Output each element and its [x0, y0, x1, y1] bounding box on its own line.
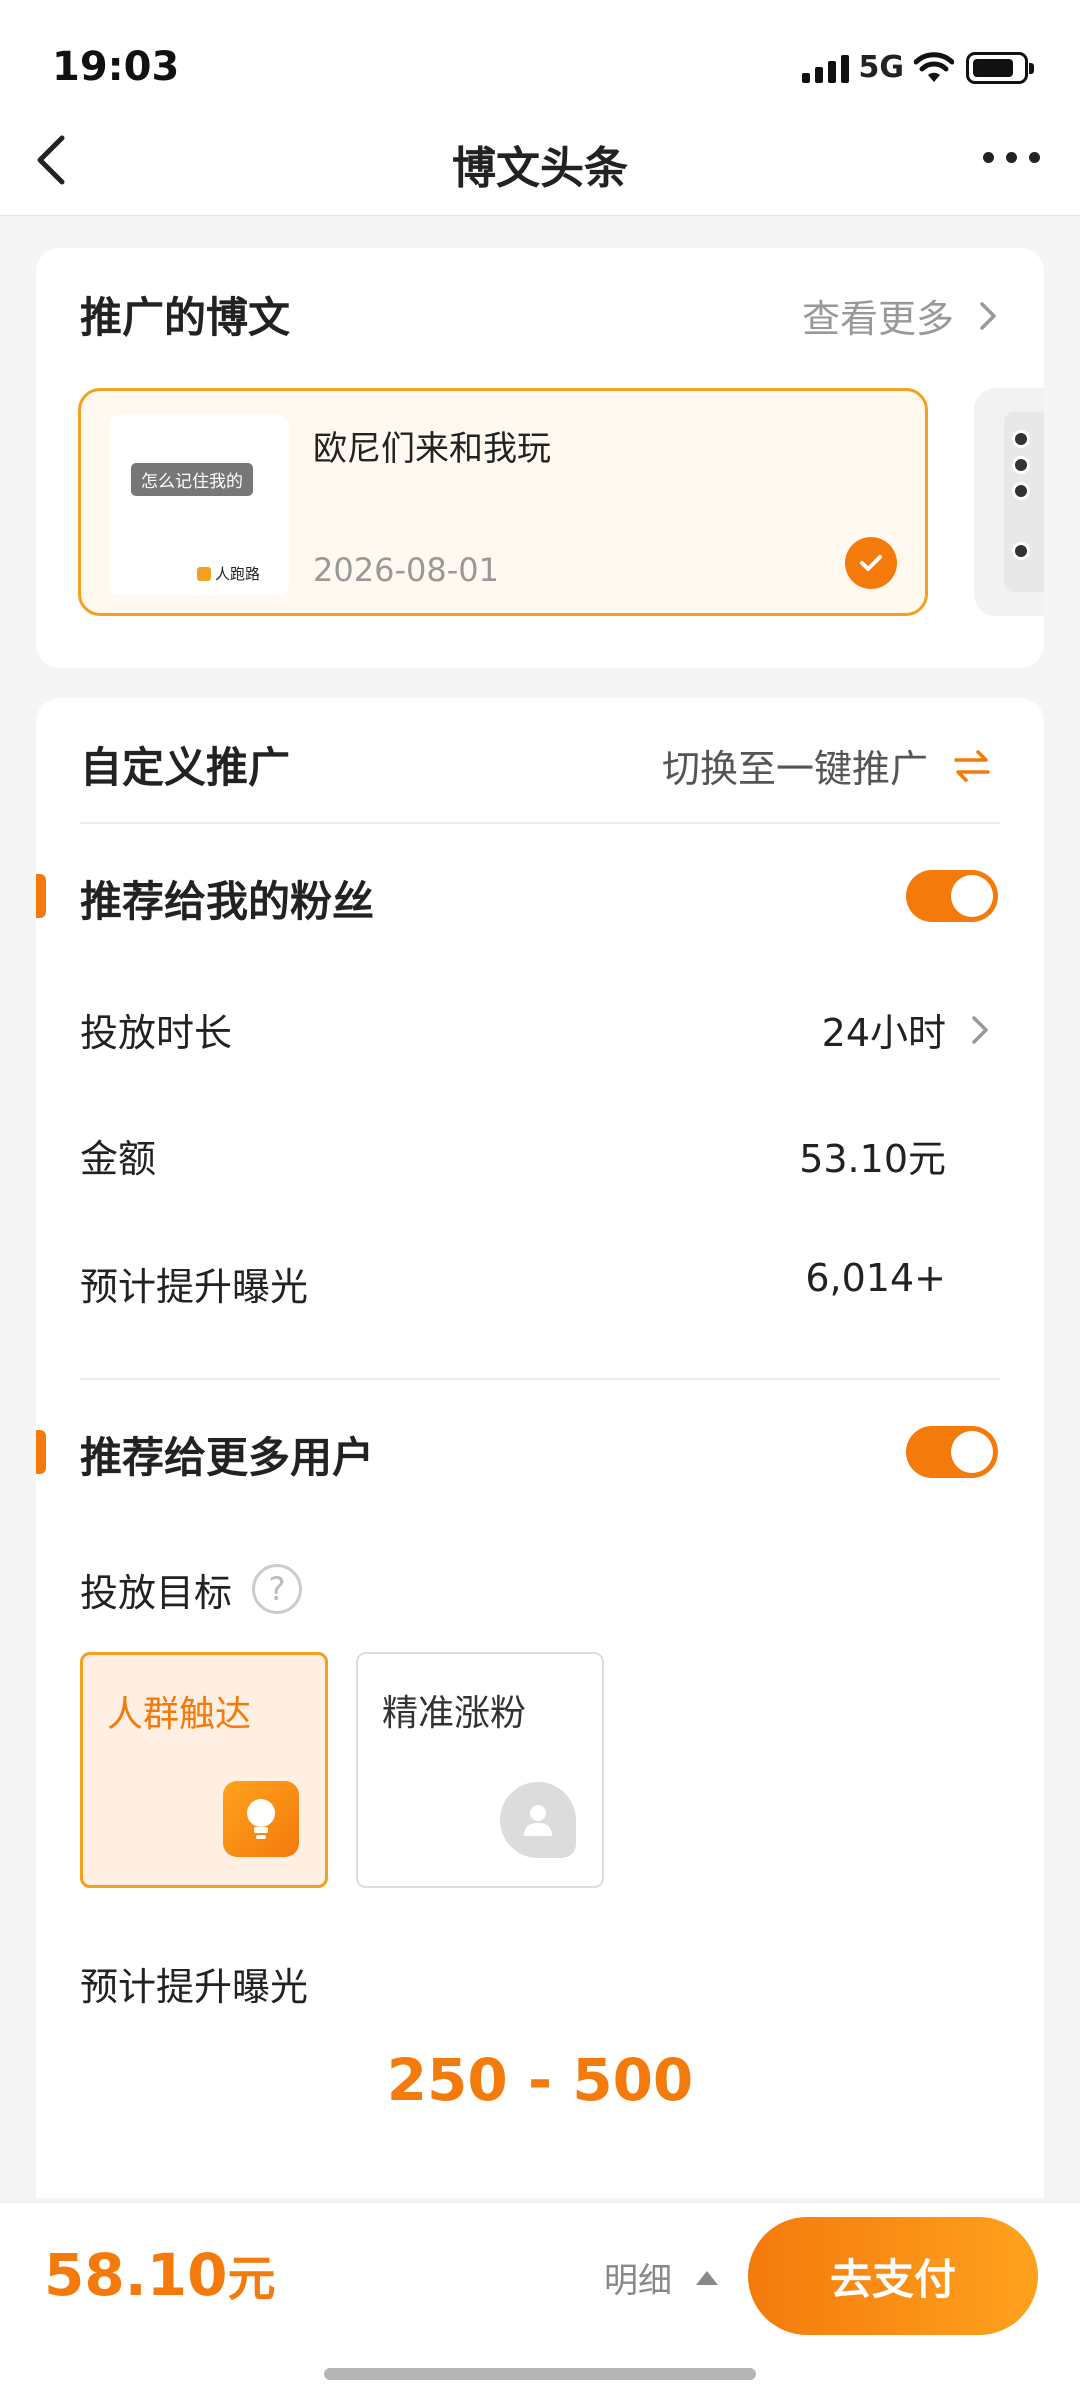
- caret-up-icon: [696, 2270, 718, 2285]
- next-post-card[interactable]: [974, 388, 1044, 616]
- swap-arrows-icon: [954, 749, 990, 782]
- home-indicator[interactable]: [324, 2368, 756, 2380]
- duration-value[interactable]: 24小时: [822, 1002, 946, 1057]
- range-exposure-label: 预计提升曝光: [80, 1965, 309, 2009]
- total-unit: 元: [227, 2251, 276, 2307]
- battery-icon: [966, 51, 1034, 84]
- chevron-right-icon[interactable]: [960, 1010, 1000, 1050]
- option-label: 人群触达: [107, 1694, 252, 1735]
- detail-label: 明细: [604, 2261, 672, 2301]
- promoted-posts-card: 推广的博文 查看更多 怎么记住我的 人跑路 欧尼们来和我玩 2026-08-01: [36, 248, 1044, 668]
- total-amount: 58.10: [44, 2241, 228, 2309]
- section-title-promoted: 推广的博文: [80, 293, 291, 342]
- status-bar: 19:03 5G: [0, 0, 1080, 110]
- post-title: 欧尼们来和我玩: [313, 429, 551, 469]
- signal-icon: [801, 53, 849, 83]
- user-icon: [500, 1782, 576, 1858]
- pay-button[interactable]: 去支付: [748, 2217, 1038, 2335]
- checkmark-icon: [845, 537, 897, 589]
- goal-option-reach[interactable]: 人群触达: [80, 1652, 328, 1888]
- goal-label: 投放目标: [80, 1571, 233, 1615]
- thumbnail-tag: 怎么记住我的: [131, 463, 253, 496]
- option-label: 精准涨粉: [382, 1693, 527, 1734]
- custom-promotion-card: 自定义推广 切换至一键推广 推荐给我的粉丝 投放时长 24小时 金额 53.10…: [36, 698, 1044, 2198]
- exposure-value: 6,014+: [805, 1256, 946, 1300]
- section-accent-bar: [36, 874, 46, 918]
- post-date: 2026-08-01: [313, 551, 499, 589]
- switch-label: 切换至一键推广: [661, 747, 928, 791]
- view-more-link[interactable]: 查看更多: [802, 288, 1008, 343]
- fans-section-title: 推荐给我的粉丝: [80, 877, 375, 926]
- next-post-thumbnail: [1004, 412, 1044, 592]
- chevron-right-icon: [980, 301, 996, 330]
- amount-label: 金额: [80, 1137, 157, 1181]
- more-options-icon[interactable]: [983, 152, 1040, 163]
- section-title-custom: 自定义推广: [80, 743, 291, 792]
- divider: [80, 822, 1000, 824]
- divider: [80, 1378, 1000, 1380]
- selected-post-card[interactable]: 怎么记住我的 人跑路 欧尼们来和我玩 2026-08-01: [78, 388, 928, 616]
- page-title: 博文头条: [452, 143, 628, 194]
- nav-bar: 博文头条: [0, 110, 1080, 216]
- exposure-range-value: 250 - 500: [386, 2046, 694, 2114]
- detail-toggle[interactable]: 明细: [604, 2253, 718, 2302]
- total-price: 58.10元: [44, 2239, 275, 2309]
- checkout-bar: 58.10元 明细 去支付: [0, 2202, 1080, 2346]
- switch-one-click-link[interactable]: 切换至一键推广: [662, 738, 992, 793]
- section-accent-bar: [36, 1430, 46, 1474]
- more-users-toggle[interactable]: [906, 1426, 998, 1478]
- fans-toggle[interactable]: [906, 870, 998, 922]
- post-thumbnail: 怎么记住我的 人跑路: [109, 415, 289, 595]
- status-time: 19:03: [52, 44, 180, 90]
- lightbulb-icon: [223, 1781, 299, 1857]
- duration-label: 投放时长: [80, 1011, 233, 1055]
- amount-value: 53.10元: [799, 1137, 946, 1181]
- exposure-label: 预计提升曝光: [80, 1265, 309, 1309]
- home-indicator-area: [0, 2346, 1080, 2400]
- goal-option-fans[interactable]: 精准涨粉: [356, 1652, 604, 1888]
- more-users-section-title: 推荐给更多用户: [80, 1433, 375, 1482]
- status-icons: 5G: [801, 50, 1034, 85]
- wifi-icon: [914, 51, 954, 82]
- help-icon[interactable]: ?: [252, 1564, 302, 1614]
- network-label: 5G: [858, 50, 905, 85]
- view-more-label: 查看更多: [801, 297, 954, 341]
- thumbnail-brand: 人跑路: [197, 563, 260, 584]
